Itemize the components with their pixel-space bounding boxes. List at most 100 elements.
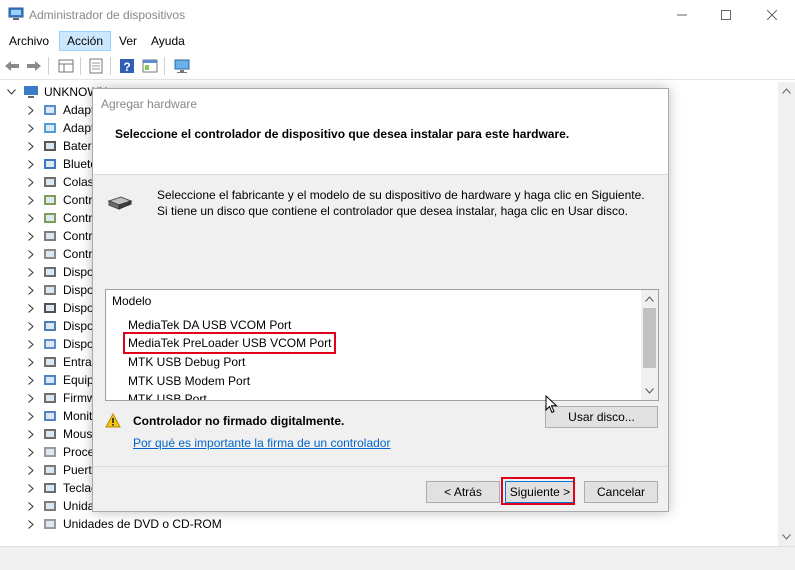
back-button[interactable] (2, 56, 22, 76)
tree-item[interactable]: Firmw (0, 389, 100, 407)
chevron-down-icon[interactable] (6, 83, 16, 101)
dialog-header: Agregar hardware Seleccione el controlad… (93, 89, 668, 175)
chevron-right-icon[interactable] (26, 335, 36, 353)
add-hardware-dialog: Agregar hardware Seleccione el controlad… (92, 88, 669, 512)
tree-item[interactable]: Dispo (0, 281, 100, 299)
tree-item-label: Unidades de DVD o CD-ROM (63, 517, 222, 531)
have-disk-button[interactable]: Usar disco... (545, 406, 658, 428)
model-list-item-selected[interactable]: MediaTek PreLoader USB VCOM Port (122, 332, 337, 354)
action-view-button[interactable] (140, 56, 160, 76)
chevron-right-icon[interactable] (26, 191, 36, 209)
chevron-right-icon[interactable] (26, 317, 36, 335)
chevron-right-icon[interactable] (26, 119, 36, 137)
device-manager-icon (8, 7, 24, 20)
tree-item[interactable]: Dispo (0, 263, 100, 281)
tree-item-label: Adapt (63, 103, 95, 117)
software-device-icon (44, 321, 56, 331)
forward-button[interactable] (24, 56, 44, 76)
chevron-right-icon[interactable] (26, 479, 36, 497)
chevron-right-icon[interactable] (26, 101, 36, 119)
tree-item[interactable]: Puerte (0, 461, 100, 479)
tree-item[interactable]: Dispo (0, 317, 100, 335)
tree-vertical-scrollbar[interactable] (778, 82, 795, 546)
scroll-down-icon[interactable] (645, 388, 654, 394)
tree-item[interactable]: Teclac (0, 479, 100, 497)
tree-item[interactable]: Proce (0, 443, 100, 461)
chevron-right-icon[interactable] (26, 299, 36, 317)
tree-item[interactable]: Unidades de DVD o CD-ROM (0, 515, 240, 533)
chevron-right-icon[interactable] (26, 281, 36, 299)
chevron-right-icon[interactable] (26, 515, 36, 533)
controller-icon (44, 195, 56, 205)
toolbar: ? (0, 52, 795, 80)
tree-item[interactable]: Adapt (0, 119, 100, 137)
properties-button[interactable] (86, 56, 106, 76)
tree-item-label: Monit (63, 409, 93, 423)
chevron-right-icon[interactable] (26, 137, 36, 155)
tree-item[interactable]: Blueto (0, 155, 100, 173)
model-list-scrollbar[interactable] (641, 290, 658, 400)
minimize-icon (677, 14, 687, 16)
driver-signing-link[interactable]: Por qué es importante la firma de un con… (133, 436, 390, 450)
model-list-item[interactable]: MTK USB Port (128, 390, 207, 400)
audio-input-icon (44, 357, 56, 367)
close-button[interactable] (749, 0, 795, 30)
model-list-item[interactable]: MediaTek DA USB VCOM Port (128, 316, 291, 334)
tree-item[interactable]: Mous (0, 425, 100, 443)
tree-item-label: Contr (63, 211, 93, 225)
menu-archivo[interactable]: Archivo (2, 31, 56, 51)
device-manager-window: Administrador de dispositivos Archivo Ac… (0, 0, 795, 570)
chevron-right-icon[interactable] (26, 245, 36, 263)
scroll-up-icon[interactable] (645, 296, 654, 302)
tree-item[interactable]: Monit (0, 407, 100, 425)
tree-item[interactable]: Contr (0, 209, 100, 227)
chevron-right-icon[interactable] (26, 407, 36, 425)
tree-item[interactable]: Adapt (0, 101, 100, 119)
chevron-right-icon[interactable] (26, 371, 36, 389)
chevron-right-icon[interactable] (26, 443, 36, 461)
tree-item[interactable]: Equip (0, 371, 100, 389)
menu-ver[interactable]: Ver (112, 31, 144, 51)
scroll-down-icon[interactable] (782, 534, 791, 540)
tree-item[interactable]: Contr (0, 191, 100, 209)
tree-item[interactable]: Contr (0, 245, 100, 263)
tree-item[interactable]: Dispo (0, 299, 100, 317)
battery-icon (44, 141, 56, 151)
help-button[interactable]: ? (117, 56, 137, 76)
minimize-button[interactable] (659, 0, 705, 30)
chevron-right-icon[interactable] (26, 389, 36, 407)
chevron-right-icon[interactable] (26, 263, 36, 281)
properties-view-button[interactable] (56, 56, 76, 76)
chevron-right-icon[interactable] (26, 461, 36, 479)
chevron-right-icon[interactable] (26, 425, 36, 443)
tree-item[interactable]: Colas (0, 173, 100, 191)
chevron-right-icon[interactable] (26, 227, 36, 245)
back-button-dialog[interactable]: < Atrás (426, 481, 500, 503)
menu-accion[interactable]: Acción (59, 31, 112, 51)
scroll-thumb[interactable] (643, 308, 656, 368)
scroll-up-icon[interactable] (782, 88, 791, 94)
warning-icon (105, 413, 121, 428)
cancel-button[interactable]: Cancelar (584, 481, 658, 503)
usb-controller-icon (44, 231, 56, 241)
model-listbox[interactable]: Modelo MediaTek DA USB VCOM Port MediaTe… (105, 289, 659, 401)
chevron-right-icon[interactable] (26, 353, 36, 371)
tree-item[interactable]: Dispo (0, 335, 100, 353)
chevron-right-icon[interactable] (26, 155, 36, 173)
chevron-right-icon[interactable] (26, 173, 36, 191)
tree-item[interactable]: Entrac (0, 353, 100, 371)
monitor-scan-icon (174, 59, 190, 73)
tree-item-label: Mous (63, 427, 93, 441)
model-list-item[interactable]: MTK USB Modem Port (128, 372, 250, 390)
tree-item[interactable]: Contr (0, 227, 100, 245)
chevron-right-icon[interactable] (26, 497, 36, 515)
tree-item[interactable]: Bater (0, 137, 100, 155)
tree-item-label: Adapt (63, 121, 95, 135)
tree-item-label: Contr (63, 193, 93, 207)
scan-hardware-button[interactable] (172, 56, 192, 76)
tree-root[interactable]: UNKNOWN (0, 83, 107, 101)
model-list-item[interactable]: MTK USB Debug Port (128, 353, 245, 371)
menu-ayuda[interactable]: Ayuda (144, 31, 192, 51)
chevron-right-icon[interactable] (26, 209, 36, 227)
maximize-button[interactable] (703, 0, 749, 30)
